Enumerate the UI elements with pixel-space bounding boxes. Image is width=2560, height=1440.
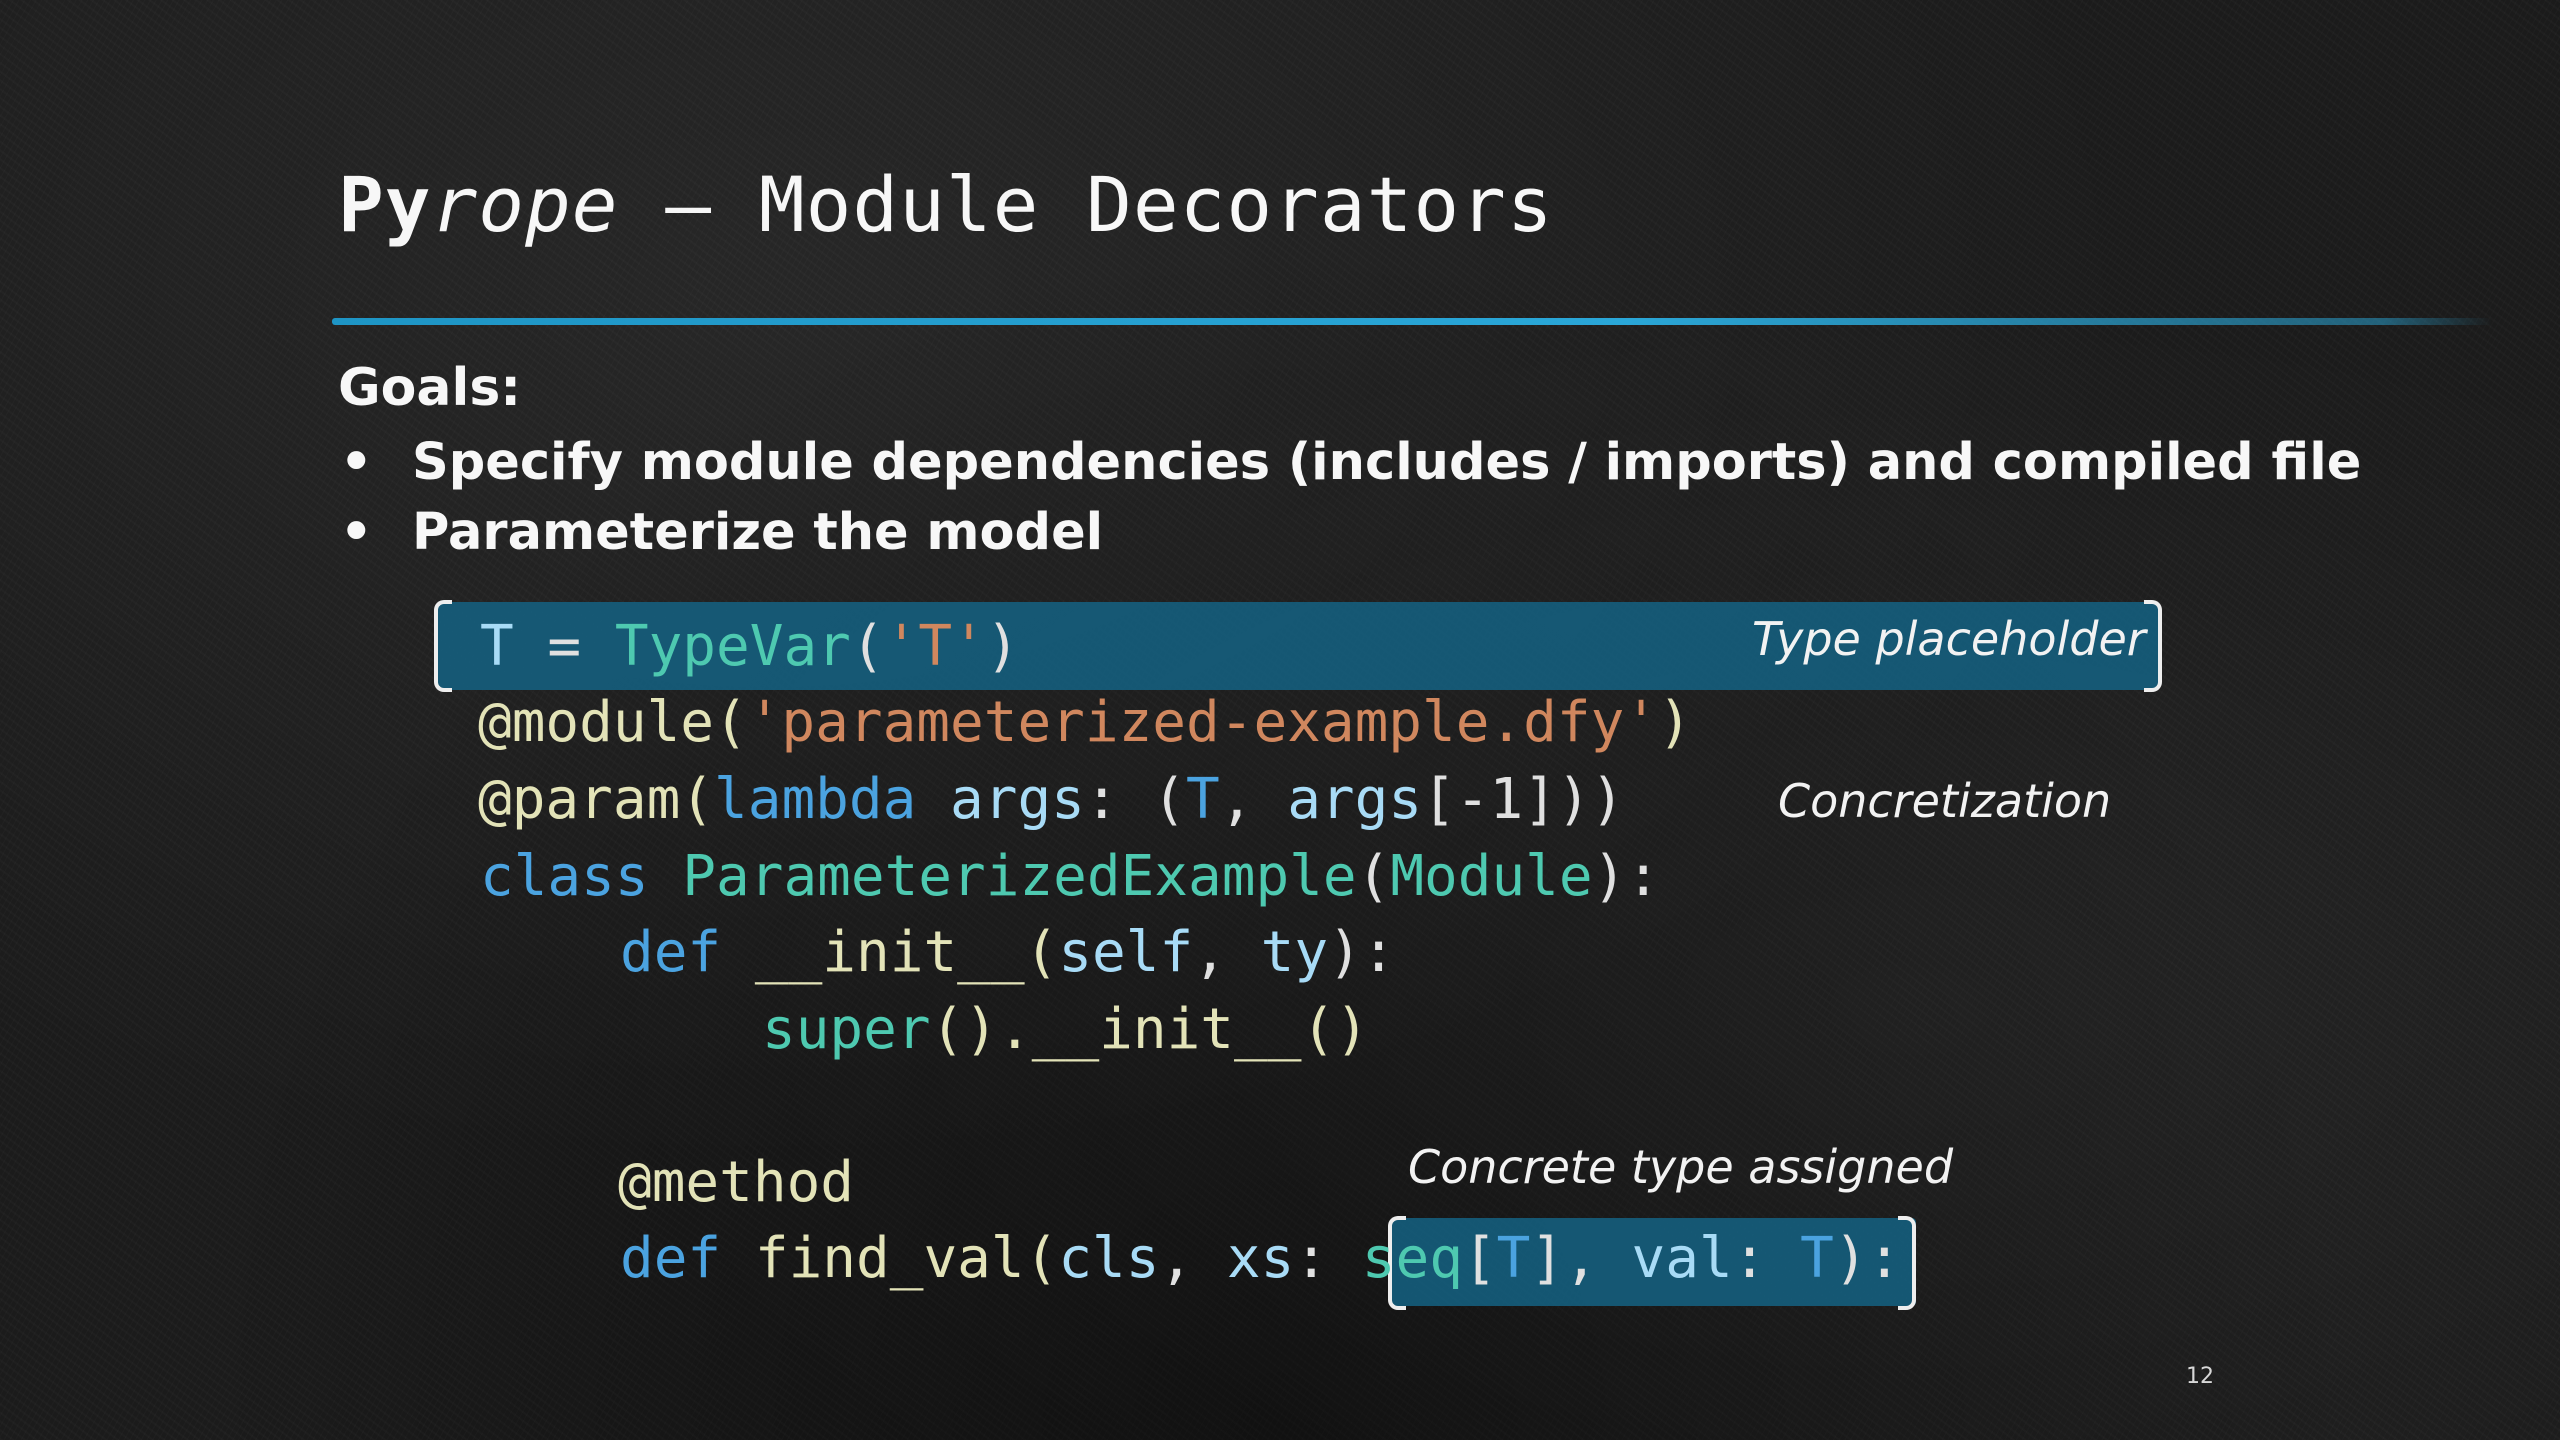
- title-py: Py: [338, 160, 432, 249]
- goals-heading: Goals:: [338, 358, 522, 418]
- goal-item: • Parameterize the model: [338, 498, 2361, 568]
- annotation-concretization: Concretization: [1778, 774, 2112, 828]
- left-bracket: [434, 600, 452, 692]
- title-underline: [332, 318, 2492, 325]
- code-line-param-decorator: @param(lambda args: (T, args[-1])): [478, 767, 1625, 832]
- annotation-concrete-type: Concrete type assigned: [1408, 1140, 1954, 1194]
- goal-item: • Specify module dependencies (includes /…: [338, 428, 2361, 498]
- goals-list: • Specify module dependencies (includes /…: [338, 428, 2361, 568]
- code-line-find-val: def find_val(cls, xs: seq[T], val: T):: [620, 1226, 1902, 1291]
- title-rest: – Module Decorators: [618, 160, 1554, 249]
- code-line-typevar: T = TypeVar('T'): [480, 614, 1020, 679]
- code-line-super: super().__init__(): [762, 997, 1369, 1062]
- code-line-init: def __init__(self, ty):: [620, 920, 1396, 985]
- bullet-icon: •: [340, 433, 373, 492]
- page-number: 12: [2186, 1364, 2214, 1389]
- code-line-module-decorator: @module('parameterized-example.dfy'): [478, 690, 1692, 755]
- title-rope: rope: [431, 160, 619, 249]
- annotation-type-placeholder: Type placeholder: [1752, 612, 2146, 666]
- right-bracket: [2144, 600, 2162, 692]
- code-line-method-decorator: @method: [618, 1150, 855, 1215]
- goal-text: Parameterize the model: [412, 503, 1104, 562]
- slide-title: Pyrope – Module Decorators: [338, 160, 1554, 249]
- bullet-icon: •: [340, 503, 373, 562]
- code-line-class: class ParameterizedExample(Module):: [480, 844, 1661, 909]
- goal-text: Specify module dependencies (includes / …: [412, 433, 2362, 492]
